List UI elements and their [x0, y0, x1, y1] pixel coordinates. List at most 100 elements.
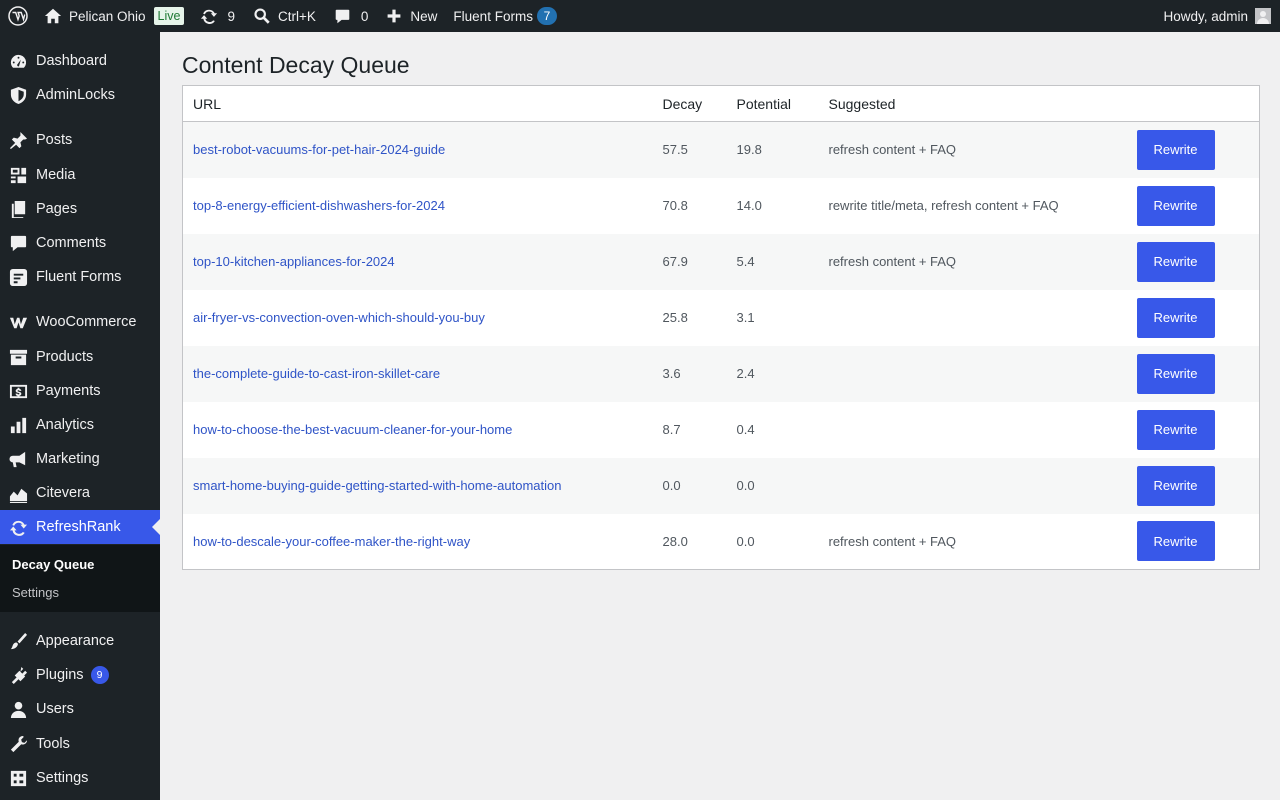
rewrite-button[interactable]: Rewrite [1136, 297, 1215, 338]
suggested-value [829, 402, 1137, 458]
sidebar-item-woocommerce[interactable]: WooCommerce [0, 305, 160, 339]
suggested-value: refresh content + FAQ [828, 254, 957, 269]
table-row: top-8-energy-efficient-dishwashers-for-2… [182, 177, 1260, 234]
fluent-forms-link[interactable]: Fluent Forms 7 [445, 0, 565, 32]
submenu-item-settings[interactable]: Settings [12, 585, 59, 600]
sidebar-item-label: Users [36, 701, 74, 717]
sidebar-item-tools[interactable]: Tools [0, 727, 160, 761]
sidebar-item-users[interactable]: Users [0, 692, 160, 726]
plugins-update-badge: 9 [90, 666, 109, 684]
decay-value: 8.7 [662, 422, 681, 437]
table-row: the-complete-guide-to-cast-iron-skillet-… [182, 345, 1260, 402]
sidebar-item-comments[interactable]: Comments [0, 226, 160, 260]
sidebar-item-citevera[interactable]: Citevera [0, 476, 160, 510]
forms-icon [9, 268, 27, 286]
sidebar-item-dashboard[interactable]: Dashboard [0, 44, 160, 78]
suggested-value: refresh content + FAQ [828, 142, 957, 158]
sidebar-item-label: Dashboard [36, 53, 107, 69]
url-link[interactable]: how-to-descale-your-coffee-maker-the-rig… [193, 534, 470, 549]
sidebar-item-label: Products [36, 349, 94, 365]
potential-value: 14.0 [736, 198, 762, 213]
submenu-item-decay-queue[interactable]: Decay Queue [12, 557, 94, 572]
sidebar-item-appearance[interactable]: Appearance [0, 624, 160, 658]
sidebar-item-adminlocks[interactable]: AdminLocks [0, 78, 160, 112]
brush-icon [10, 632, 27, 649]
site-name-link[interactable]: Pelican Ohio Live [36, 0, 192, 32]
wordpress-logo-icon[interactable] [0, 0, 36, 32]
search-shortcut-label: Ctrl+K [278, 8, 316, 24]
sidebar-item-payments[interactable]: Payments [0, 374, 160, 408]
rewrite-button[interactable]: Rewrite [1136, 129, 1215, 170]
suggested-value [829, 458, 1137, 514]
new-content-link[interactable]: New [378, 0, 445, 32]
decay-value: 3.6 [662, 366, 681, 381]
url-link[interactable]: best-robot-vacuums-for-pet-hair-2024-gui… [193, 142, 445, 157]
rewrite-button[interactable]: Rewrite [1136, 409, 1215, 450]
suggested-value [829, 290, 1137, 346]
sidebar-item-label: Fluent Forms [36, 269, 122, 285]
column-header-actions [1136, 85, 1260, 122]
suggested-value: refresh content + FAQ [828, 533, 957, 549]
url-link[interactable]: top-8-energy-efficient-dishwashers-for-2… [193, 198, 445, 213]
sidebar-item-pages[interactable]: Pages [0, 192, 160, 226]
sidebar-item-label: Payments [36, 383, 101, 399]
rewrite-button[interactable]: Rewrite [1136, 185, 1215, 226]
rewrite-button[interactable]: Rewrite [1136, 521, 1215, 562]
greeting: Howdy, admin [1163, 8, 1248, 24]
media-icon [10, 167, 26, 183]
sidebar-item-label: RefreshRank [36, 519, 121, 535]
megaphone-icon [8, 451, 25, 467]
new-label: New [410, 8, 438, 24]
sidebar-item-media[interactable]: Media [0, 158, 160, 192]
potential-value: 0.0 [736, 478, 755, 493]
comments-count: 0 [360, 8, 369, 24]
sidebar-item-refreshrank[interactable]: RefreshRank [0, 510, 160, 544]
sidebar-item-label: Marketing [36, 451, 100, 467]
shield-icon [10, 86, 26, 104]
sidebar-item-label: Media [36, 167, 76, 183]
url-link[interactable]: air-fryer-vs-convection-oven-which-shoul… [193, 310, 485, 325]
sidebar-item-label: AdminLocks [36, 87, 115, 103]
rewrite-button[interactable]: Rewrite [1136, 465, 1215, 506]
sidebar-item-products[interactable]: Products [0, 340, 160, 374]
sidebar-item-plugins[interactable]: Plugins 9 [0, 658, 160, 692]
plus-icon [388, 9, 401, 23]
sidebar-item-label: Plugins [36, 667, 84, 683]
url-link[interactable]: how-to-choose-the-best-vacuum-cleaner-fo… [193, 422, 512, 437]
sidebar-item-posts[interactable]: Posts [0, 123, 160, 157]
rewrite-button[interactable]: Rewrite [1136, 353, 1215, 394]
sidebar-item-settings[interactable]: Settings [0, 761, 160, 795]
search-shortcut[interactable]: Ctrl+K [245, 0, 324, 32]
table-row: air-fryer-vs-convection-oven-which-shoul… [182, 289, 1260, 346]
url-link[interactable]: top-10-kitchen-appliances-for-2024 [193, 254, 395, 269]
potential-value: 3.1 [736, 310, 755, 325]
column-header-url: URL [182, 85, 663, 122]
updates-link[interactable]: 9 [192, 0, 243, 32]
potential-value: 0.0 [736, 533, 755, 549]
sidebar-item-label: Appearance [36, 633, 115, 649]
table-header-row: URL Decay Potential Suggested [182, 85, 1260, 122]
table-row: how-to-descale-your-coffee-maker-the-rig… [182, 513, 1260, 570]
home-icon [44, 8, 62, 24]
url-link[interactable]: smart-home-buying-guide-getting-started-… [193, 478, 562, 493]
sidebar-item-analytics[interactable]: Analytics [0, 408, 160, 442]
decay-value: 67.9 [662, 254, 688, 269]
woo-icon [9, 317, 27, 328]
rewrite-button[interactable]: Rewrite [1136, 241, 1215, 282]
archive-icon [9, 349, 27, 365]
sidebar-item-fluent-forms[interactable]: Fluent Forms [0, 260, 160, 294]
my-account-link[interactable]: Howdy, admin [1155, 0, 1280, 32]
refreshrank-submenu: Decay Queue Settings [0, 545, 160, 612]
sidebar-item-label: Tools [36, 736, 70, 752]
url-link[interactable]: the-complete-guide-to-cast-iron-skillet-… [193, 366, 440, 381]
comments-link[interactable]: 0 [326, 0, 377, 32]
main-content: Content Decay Queue URL Decay Potential … [160, 32, 1280, 800]
sidebar-item-marketing[interactable]: Marketing [0, 442, 160, 476]
decay-value: 57.5 [662, 142, 688, 158]
column-header-decay: Decay [662, 85, 737, 122]
decay-value: 70.8 [662, 198, 688, 213]
avatar [1255, 8, 1271, 24]
area-chart-icon [9, 488, 27, 503]
fluent-forms-count-badge: 7 [536, 7, 557, 25]
sidebar-item-label: Analytics [36, 417, 95, 433]
